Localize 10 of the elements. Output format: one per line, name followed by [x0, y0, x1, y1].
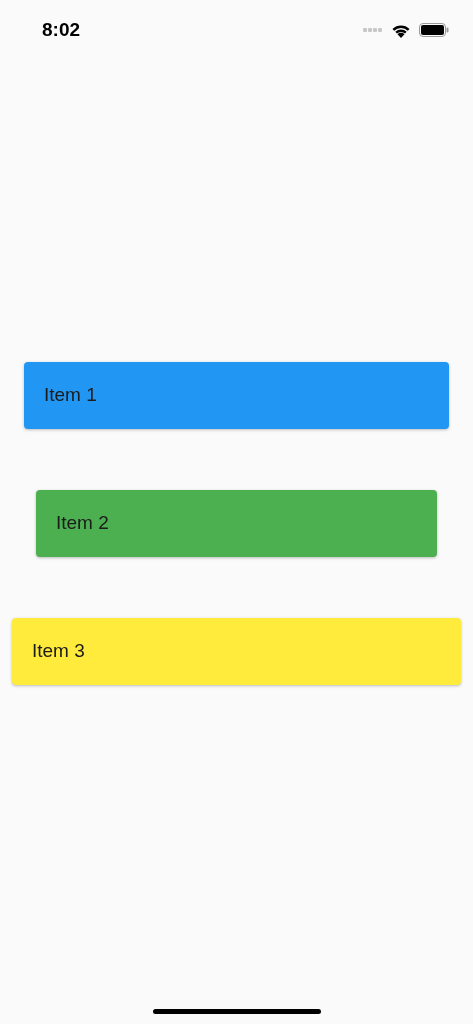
item-card[interactable]: Item 2 — [36, 490, 437, 557]
signal-icon — [363, 28, 383, 32]
battery-icon — [419, 23, 449, 37]
home-indicator[interactable] — [152, 1009, 321, 1014]
item-card[interactable]: Item 1 — [24, 362, 449, 429]
item-card[interactable]: Item 3 — [12, 618, 461, 685]
item-label: Item 1 — [44, 383, 97, 408]
status-time: 8:02 — [42, 17, 81, 42]
item-label: Item 3 — [32, 639, 85, 664]
item-label: Item 2 — [56, 511, 109, 536]
